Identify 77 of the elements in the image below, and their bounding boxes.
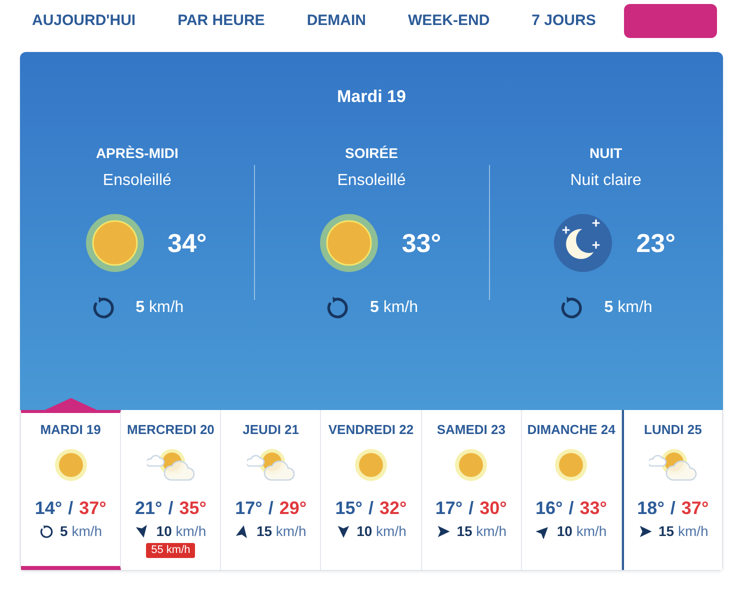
period-name: APRÈS-MIDI [96,144,178,162]
nav-tab[interactable]: DEMAIN [306,11,366,31]
action-button[interactable] [624,4,717,38]
max-temperature: 35° [179,497,206,519]
wind-speed: 5 km/h [604,298,652,318]
max-temperature: 32° [380,497,407,519]
max-temperature: 37° [681,497,709,519]
min-temperature: 17° [235,497,262,519]
moon-stars-icon [554,214,612,272]
period-name: SOIRÉE [345,144,398,162]
temperature: 34° [168,228,207,258]
wind-arrow-icon [336,524,351,538]
sun-icon [320,214,378,272]
wind-speed: 5 km/h [60,522,102,540]
temperature-separator: / [268,497,274,519]
day-label: JEUDI 21 [242,422,300,438]
circular-arrow-icon [324,295,350,320]
wind-speed: 10 km/h [156,522,206,540]
temperature: 23° [636,228,676,258]
sun-icon [555,449,588,481]
min-temperature: 17° [435,497,463,519]
wind-speed: 15 km/h [256,522,306,540]
min-temperature: 18° [637,497,664,519]
day-label: VENDREDI 22 [328,422,414,438]
sun-icon [86,214,144,272]
day-label: LUNDI 25 [644,422,702,438]
day-label: DIMANCHE 24 [527,422,616,438]
sun-icon [455,449,488,481]
circular-arrow-icon [559,295,584,320]
weather-condition: Ensoleillé [102,171,172,191]
temperature: 33° [402,228,442,258]
nav-tab[interactable]: PAR HEURE [178,11,265,31]
day-label: MERCREDI 20 [127,422,214,438]
sun-icon [354,449,387,481]
temperature-separator: / [68,497,74,519]
forecast-title: Mardi 19 [337,87,406,107]
pointer-triangle-icon [45,398,98,410]
day-card[interactable]: DIMANCHE 24 16° / 33° 10 km/h [522,410,622,570]
max-temperature: 29° [279,497,307,519]
circular-arrow-icon [39,524,54,538]
wind-speed: 5 km/h [136,298,184,318]
nav-tab[interactable]: 7 JOURS [532,11,596,31]
max-temperature: 37° [79,497,106,519]
min-temperature: 14° [34,497,62,519]
nav-tab[interactable]: WEEK-END [408,11,490,31]
day-label: SAMEDI 23 [436,422,506,438]
sun-cloud-icon [146,449,195,481]
day-card[interactable]: SAMEDI 23 17° / 30° 15 km/h [422,410,522,570]
temperature-separator: / [168,497,174,519]
sun-cloud-icon [648,449,697,481]
weather-condition: Nuit claire [570,171,642,191]
max-temperature: 33° [580,497,608,519]
wind-speed: 5 km/h [370,298,418,318]
min-temperature: 15° [335,497,362,519]
temperature-separator: / [568,497,574,519]
wind-arrow-icon [436,524,451,538]
wind-speed: 10 km/h [556,522,607,540]
weather-condition: Ensoleillé [337,171,406,191]
wind-arrow-icon [638,524,653,538]
day-card[interactable]: MARDI 19 14° / 37° 5 km/h [21,410,122,570]
temperature-separator: / [670,497,676,519]
min-temperature: 21° [134,497,162,519]
wind-speed: 15 km/h [456,522,507,540]
sun-icon [54,449,87,481]
temperature-separator: / [468,497,474,519]
day-label: MARDI 19 [40,422,101,438]
circular-arrow-icon [90,295,116,320]
wind-speed: 10 km/h [356,522,406,540]
gust-badge: 55 km/h [146,543,196,558]
min-temperature: 16° [536,497,563,519]
max-temperature: 30° [480,497,507,519]
period-name: NUIT [589,144,622,162]
sun-cloud-icon [246,449,295,481]
day-card[interactable]: LUNDI 25 18° / 37° 15 km/h [622,410,722,570]
wind-speed: 15 km/h [658,522,708,540]
nav-tab[interactable]: AUJOURD'HUI [32,11,136,31]
temperature-separator: / [368,497,374,519]
